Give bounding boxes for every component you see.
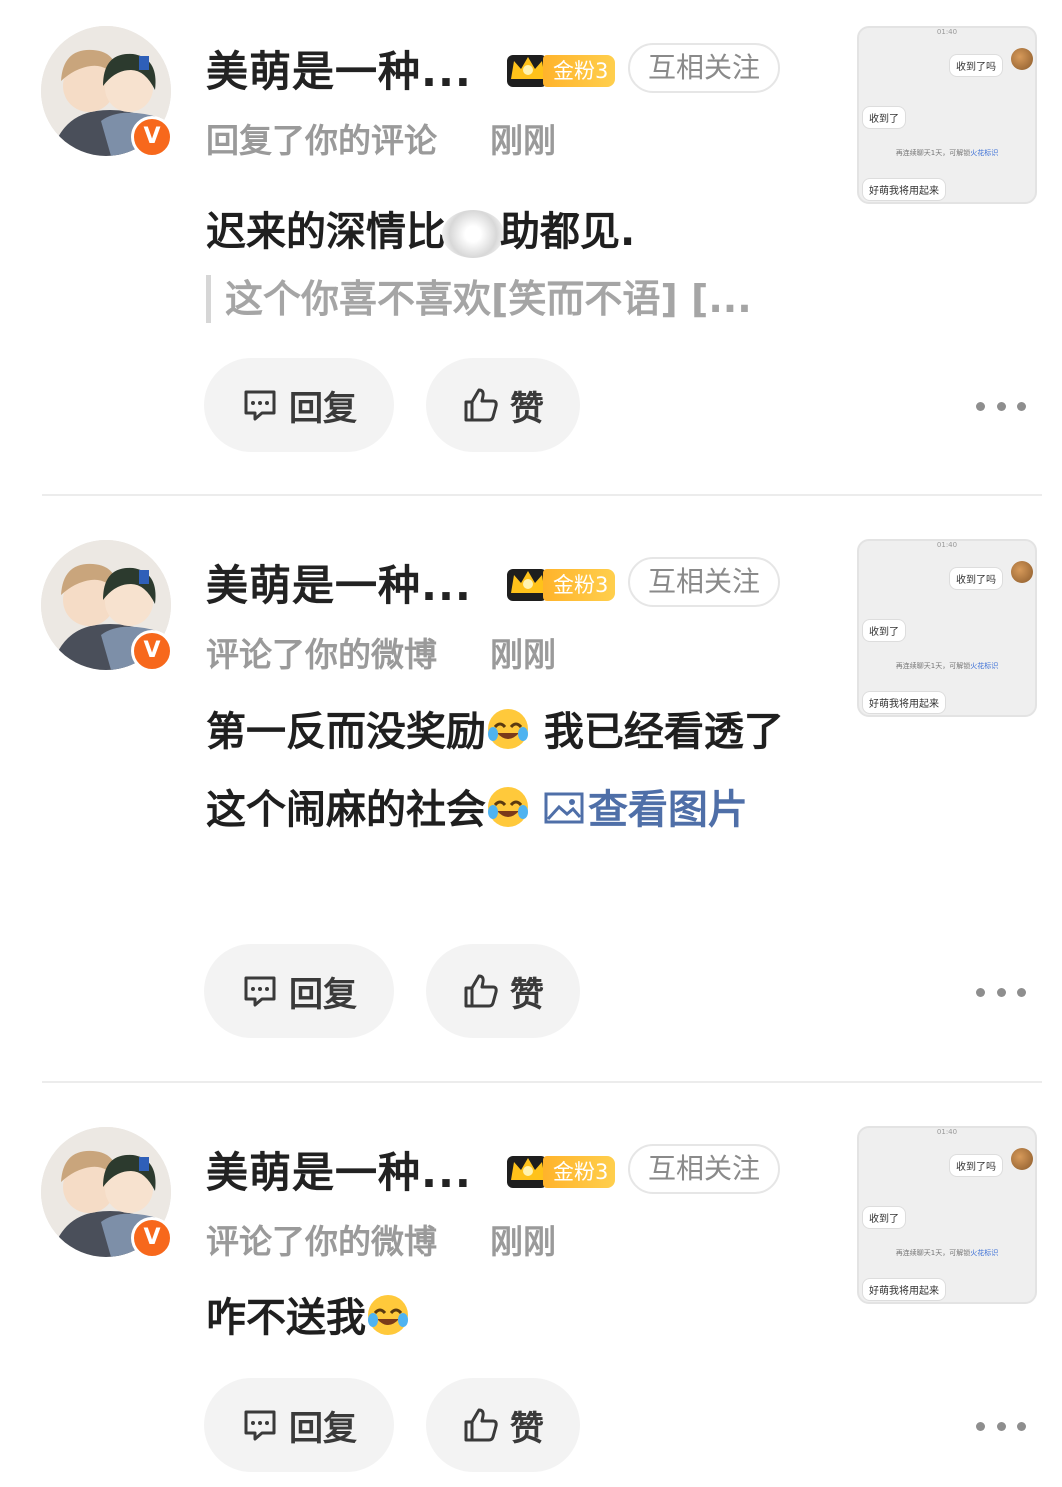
system-message: 再连续聊天1天，可解锁火花标识	[859, 1248, 1035, 1258]
thumb-time: 01:40	[936, 541, 958, 549]
picture-icon	[544, 792, 584, 824]
laughing-crying-emoji-icon	[488, 787, 528, 827]
mutual-follow-button[interactable]: 互相关注	[628, 1144, 780, 1194]
thumb-time: 01:40	[936, 28, 958, 36]
mutual-follow-button[interactable]: 互相关注	[628, 557, 780, 607]
comment-bubble-icon	[244, 1410, 276, 1441]
chat-bubble: 收到了吗	[949, 54, 1003, 77]
timestamp: 刚刚	[490, 635, 556, 674]
reply-label: 回复	[289, 388, 357, 429]
notification-item[interactable]: V 美萌是一种... 金粉3 互相关注 回复了你的评论 刚刚 迟来的深情比 助都见…	[0, 0, 1062, 496]
reply-label: 回复	[289, 1408, 357, 1449]
timestamp: 刚刚	[490, 121, 556, 160]
fan-badge[interactable]: 金粉3	[505, 563, 615, 603]
fan-level-label: 金粉3	[543, 55, 615, 87]
system-message-link: 火花标识	[970, 662, 999, 670]
blurred-text	[442, 210, 504, 258]
quoted-comment[interactable]: 这个你喜不喜欢[笑而不语] [...	[206, 275, 752, 323]
comment-bubble-icon	[244, 390, 276, 421]
comment-text[interactable]: 第一反而没奖励 我已经看透了这个闹麻的社会 查看图片	[206, 693, 816, 849]
like-button[interactable]: 赞	[426, 1378, 580, 1472]
fan-badge[interactable]: 金粉3	[505, 49, 615, 89]
chat-bubble: 好萌我将用起来	[862, 691, 946, 714]
reply-label: 回复	[289, 974, 357, 1015]
action-text: 评论了你的微博	[206, 1222, 437, 1261]
fan-level-label: 金粉3	[543, 569, 615, 601]
system-message-link: 火花标识	[970, 1249, 999, 1257]
comment-bubble-icon	[244, 976, 276, 1007]
comment-text-part: 咋不送我	[206, 1295, 366, 1341]
system-message: 再连续聊天1天，可解锁火花标识	[859, 148, 1035, 158]
post-thumbnail[interactable]: 01:40 收到了吗 收到了 再连续聊天1天，可解锁火花标识 好萌我将用起来	[857, 539, 1037, 717]
like-button[interactable]: 赞	[426, 358, 580, 452]
user-name[interactable]: 美萌是一种...	[206, 552, 472, 613]
comment-text-part: 迟来的深情比	[206, 209, 446, 255]
thumbs-up-icon	[464, 1408, 498, 1442]
action-text: 评论了你的微博	[206, 635, 437, 674]
more-dots-icon[interactable]	[976, 1416, 1026, 1436]
comment-text[interactable]: 迟来的深情比 助都见.	[206, 193, 816, 271]
thumb-time: 01:40	[936, 1128, 958, 1136]
mini-avatar	[1011, 1148, 1033, 1170]
mini-avatar	[1011, 561, 1033, 583]
comment-text-part: 第一反而没奖励	[206, 709, 486, 755]
user-name[interactable]: 美萌是一种...	[206, 1139, 472, 1200]
like-label: 赞	[510, 1408, 544, 1449]
comment-text[interactable]: 咋不送我	[206, 1279, 816, 1357]
chat-bubble: 收到了吗	[949, 567, 1003, 590]
thumbs-up-icon	[464, 974, 498, 1008]
system-message-text: 再连续聊天1天，可解锁	[895, 1249, 971, 1257]
chat-bubble: 收到了吗	[949, 1154, 1003, 1177]
system-message: 再连续聊天1天，可解锁火花标识	[859, 661, 1035, 671]
mutual-follow-button[interactable]: 互相关注	[628, 43, 780, 93]
notification-item[interactable]: V 美萌是一种... 金粉3 互相关注 评论了你的微博 刚刚 第一反而没奖励 我…	[0, 496, 1062, 1083]
chat-bubble: 收到了	[862, 619, 906, 642]
view-picture-label: 查看图片	[587, 787, 748, 833]
view-picture-link[interactable]: 查看图片	[544, 787, 748, 833]
like-button[interactable]: 赞	[426, 944, 580, 1038]
fan-badge[interactable]: 金粉3	[505, 1150, 615, 1190]
chat-bubble: 好萌我将用起来	[862, 1278, 946, 1301]
comment-text-part: 助都见.	[500, 209, 636, 255]
post-thumbnail[interactable]: 01:40 收到了吗 收到了 再连续聊天1天，可解锁火花标识 好萌我将用起来	[857, 26, 1037, 204]
chat-bubble: 好萌我将用起来	[862, 178, 946, 201]
fan-level-label: 金粉3	[543, 1156, 615, 1188]
laughing-crying-emoji-icon	[488, 709, 528, 749]
notification-item[interactable]: V 美萌是一种... 金粉3 互相关注 评论了你的微博 刚刚 咋不送我 回复 赞…	[0, 1083, 1062, 1487]
laughing-crying-emoji-icon	[368, 1295, 408, 1335]
reply-button[interactable]: 回复	[204, 1378, 394, 1472]
verified-badge-icon: V	[131, 630, 173, 672]
system-message-text: 再连续聊天1天，可解锁	[895, 662, 971, 670]
reply-button[interactable]: 回复	[204, 358, 394, 452]
post-thumbnail[interactable]: 01:40 收到了吗 收到了 再连续聊天1天，可解锁火花标识 好萌我将用起来	[857, 1126, 1037, 1304]
system-message-link: 火花标识	[970, 149, 999, 157]
chat-bubble: 收到了	[862, 1206, 906, 1229]
mini-avatar	[1011, 48, 1033, 70]
thumbs-up-icon	[464, 388, 498, 422]
more-dots-icon[interactable]	[976, 982, 1026, 1002]
reply-button[interactable]: 回复	[204, 944, 394, 1038]
user-name[interactable]: 美萌是一种...	[206, 38, 472, 99]
verified-badge-icon: V	[131, 116, 173, 158]
action-text: 回复了你的评论	[206, 121, 437, 160]
more-dots-icon[interactable]	[976, 396, 1026, 416]
chat-bubble: 收到了	[862, 106, 906, 129]
verified-badge-icon: V	[131, 1217, 173, 1259]
like-label: 赞	[510, 388, 544, 429]
system-message-text: 再连续聊天1天，可解锁	[895, 149, 971, 157]
like-label: 赞	[510, 974, 544, 1015]
timestamp: 刚刚	[490, 1222, 556, 1261]
